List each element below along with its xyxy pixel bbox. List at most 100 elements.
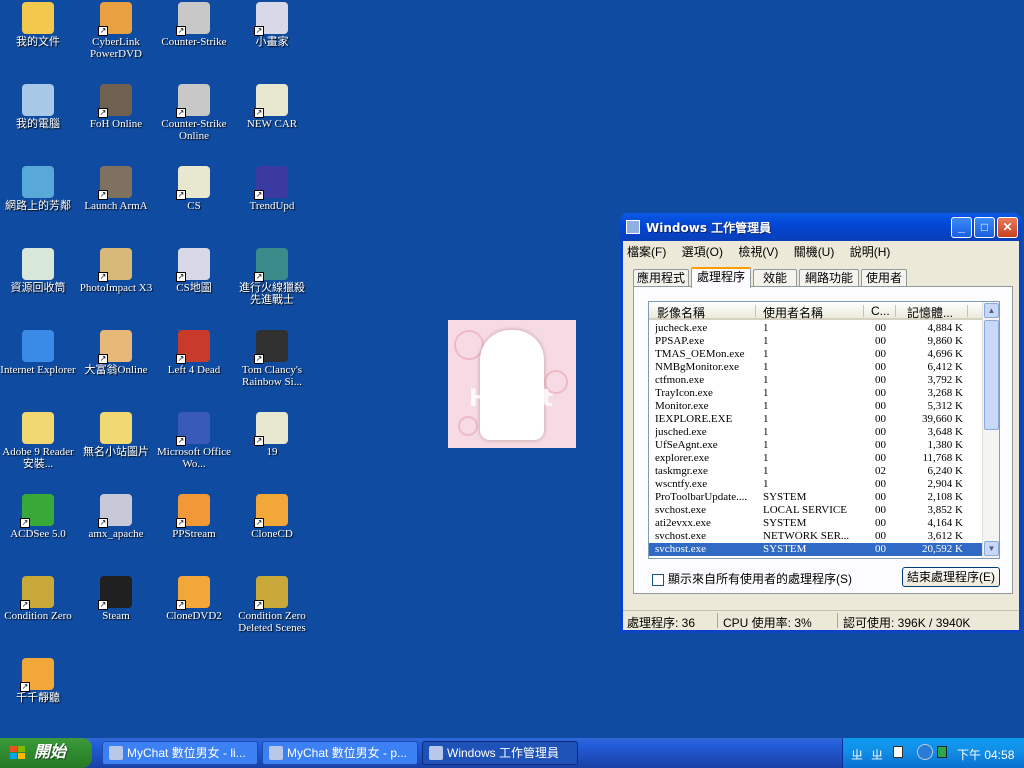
table-row[interactable]: jusched.exe 1 00 3,648 K (649, 426, 983, 439)
table-row[interactable]: Monitor.exe 1 00 5,312 K (649, 400, 983, 413)
ime-icon[interactable]: ㄓ (851, 746, 863, 763)
desktop-icon-9[interactable]: 網路上的芳鄰 (0, 166, 76, 212)
desktop-icon-22[interactable]: 無名小站圖片 (78, 412, 154, 458)
desktop-icon-10[interactable]: ↗ Launch ArmA (78, 166, 154, 212)
tab-performance[interactable]: 效能 (753, 269, 797, 287)
desktop-icon-33[interactable]: ↗ 千千靜聽 (0, 658, 76, 704)
menu-file[interactable]: 檔案(F) (627, 245, 666, 259)
desktop-icon-14[interactable]: ↗ PhotoImpact X3 (78, 248, 154, 294)
taskbar: 開始 MyChat 數位男女 - li... MyChat 數位男女 - p..… (0, 738, 1024, 768)
process-rows: jucheck.exe 1 00 4,884 K PPSAP.exe 1 00 9,860 K… (649, 322, 983, 556)
menu-view[interactable]: 檢視(V) (738, 245, 778, 259)
scroll-thumb[interactable] (984, 320, 999, 430)
table-row[interactable]: wscntfy.exe 1 00 2,904 K (649, 478, 983, 491)
desktop-icon-32[interactable]: ↗ Condition Zero Deleted Scenes (234, 576, 310, 634)
column-memory[interactable]: 記憶體... (907, 304, 953, 321)
desktop-icon-27[interactable]: ↗ PPStream (156, 494, 232, 540)
table-row[interactable]: svchost.exe NETWORK SER... 00 3,612 K (649, 530, 983, 543)
tab-applications[interactable]: 應用程式 (633, 269, 689, 287)
desktop-icon-13[interactable]: 資源回收筒 (0, 248, 76, 294)
table-row[interactable]: TMAS_OEMon.exe 1 00 4,696 K (649, 348, 983, 361)
keyboard-icon[interactable] (893, 746, 903, 758)
table-row[interactable]: PPSAP.exe 1 00 9,860 K (649, 335, 983, 348)
desktop-icon-6[interactable]: ↗ FoH Online (78, 84, 154, 130)
table-row[interactable]: explorer.exe 1 00 11,768 K (649, 452, 983, 465)
cell-cpu: 00 (875, 400, 886, 412)
desktop-icon-25[interactable]: ↗ ACDSee 5.0 (0, 494, 76, 540)
table-row[interactable]: ProToolbarUpdate.... SYSTEM 00 2,108 K (649, 491, 983, 504)
desktop-icon-28[interactable]: ↗ CloneCD (234, 494, 310, 540)
show-all-users-row[interactable]: 顯示來自所有使用者的處理程序(S) (652, 570, 852, 587)
menu-options[interactable]: 選項(O) (682, 245, 723, 259)
desktop-icon-23[interactable]: ↗ Microsoft Office Wo... (156, 412, 232, 470)
desktop-icon-2[interactable]: ↗ CyberLink PowerDVD (78, 2, 154, 60)
table-row[interactable]: ctfmon.exe 1 00 3,792 K (649, 374, 983, 387)
column-user-name[interactable]: 使用者名稱 (763, 304, 823, 321)
table-row[interactable]: svchost.exe SYSTEM 00 20,592 K (649, 543, 983, 556)
desktop-icon-3[interactable]: ↗ Counter-Strike (156, 2, 232, 48)
desktop-icon-11[interactable]: ↗ CS (156, 166, 232, 212)
table-row[interactable]: NMBgMonitor.exe 1 00 6,412 K (649, 361, 983, 374)
tab-networking[interactable]: 網路功能 (799, 269, 859, 287)
desktop-icon-label: CyberLink PowerDVD (90, 36, 142, 60)
desktop-icon-12[interactable]: ↗ TrendUpd (234, 166, 310, 212)
vertical-scrollbar[interactable]: ▲ ▼ (982, 302, 999, 558)
desktop-icon-8[interactable]: ↗ NEW CAR (234, 84, 310, 130)
start-button[interactable]: 開始 (0, 738, 92, 768)
ime-icon[interactable]: ㄓ (871, 746, 883, 763)
desktop-icon-30[interactable]: ↗ Steam (78, 576, 154, 622)
menu-shutdown[interactable]: 關機(U) (794, 245, 835, 259)
desktop-icon-29[interactable]: ↗ Condition Zero (0, 576, 76, 622)
table-row[interactable]: IEXPLORE.EXE 1 00 39,660 K (649, 413, 983, 426)
cell-image-name: svchost.exe (655, 504, 707, 516)
table-row[interactable]: jucheck.exe 1 00 4,884 K (649, 322, 983, 335)
desktop-icon-20[interactable]: ↗ Tom Clancy's Rainbow Si... (234, 330, 310, 388)
show-all-users-checkbox[interactable] (652, 573, 664, 586)
column-cpu[interactable]: C... (871, 304, 890, 318)
desktop-icon-1[interactable]: 我的文件 (0, 2, 76, 48)
close-button[interactable]: ✕ (997, 217, 1018, 238)
desktop-icon-17[interactable]: Internet Explorer (0, 330, 76, 376)
cell-cpu: 00 (875, 452, 886, 464)
shortcut-arrow-icon: ↗ (20, 682, 30, 692)
scroll-down-icon[interactable]: ▼ (984, 541, 999, 556)
taskbar-button-task-manager[interactable]: Windows 工作管理員 (422, 741, 578, 765)
table-row[interactable]: svchost.exe LOCAL SERVICE 00 3,852 K (649, 504, 983, 517)
table-row[interactable]: UfSeAgnt.exe 1 00 1,380 K (649, 439, 983, 452)
desktop-icon-24[interactable]: ↗ 19 (234, 412, 310, 458)
shortcut-arrow-icon: ↗ (254, 272, 264, 282)
desktop-icon-15[interactable]: ↗ CS地圖 (156, 248, 232, 294)
table-row[interactable]: TrayIcon.exe 1 00 3,268 K (649, 387, 983, 400)
taskbar-button-mychat-2[interactable]: MyChat 數位男女 - p... (262, 741, 418, 765)
cell-cpu: 00 (875, 543, 886, 555)
desktop-icon-4[interactable]: ↗ 小畫家 (234, 2, 310, 48)
photoimpact-icon: ↗ (98, 248, 132, 282)
cell-cpu: 00 (875, 504, 886, 516)
tray-app-icon[interactable] (937, 746, 947, 758)
desktop-icon-31[interactable]: ↗ CloneDVD2 (156, 576, 232, 622)
table-row[interactable]: taskmgr.exe 1 02 6,240 K (649, 465, 983, 478)
desktop-icon-18[interactable]: ↗ 大富翁Online (78, 330, 154, 376)
scroll-up-icon[interactable]: ▲ (984, 303, 999, 318)
clock[interactable]: 下午 04:58 (957, 746, 1014, 763)
taskbar-button-mychat-1[interactable]: MyChat 數位男女 - li... (102, 741, 258, 765)
desktop-icon-19[interactable]: ↗ Left 4 Dead (156, 330, 232, 376)
tab-users[interactable]: 使用者 (861, 269, 907, 287)
maximize-button[interactable]: □ (974, 217, 995, 238)
minimize-button[interactable]: _ (951, 217, 972, 238)
column-image-name[interactable]: 影像名稱 (657, 304, 705, 321)
desktop-icon-7[interactable]: ↗ Counter-Strike Online (156, 84, 232, 142)
condition-zero-icon: ↗ (254, 576, 288, 610)
desktop-icon-16[interactable]: ↗ 進行火線獵殺 先進戰士 (234, 248, 310, 306)
task-manager-window[interactable]: Windows 工作管理員 _ □ ✕ 檔案(F) 選項(O) 檢視(V) 關機… (620, 213, 1022, 633)
menu-help[interactable]: 說明(H) (850, 245, 891, 259)
chevron-left-icon[interactable] (917, 744, 933, 760)
desktop-icon-26[interactable]: ↗ amx_apache (78, 494, 154, 540)
process-list[interactable]: 影像名稱 使用者名稱 C... 記憶體... jucheck.exe 1 00 4,8… (648, 301, 1000, 559)
table-row[interactable]: ati2evxx.exe SYSTEM 00 4,164 K (649, 517, 983, 530)
desktop-icon-5[interactable]: 我的電腦 (0, 84, 76, 130)
tab-processes[interactable]: 處理程序 (691, 267, 751, 288)
title-bar[interactable]: Windows 工作管理員 _ □ ✕ (620, 213, 1022, 241)
desktop-icon-21[interactable]: Adobe 9 Reader 安裝... (0, 412, 76, 470)
end-process-button[interactable]: 結束處理程序(E) (902, 567, 1000, 587)
